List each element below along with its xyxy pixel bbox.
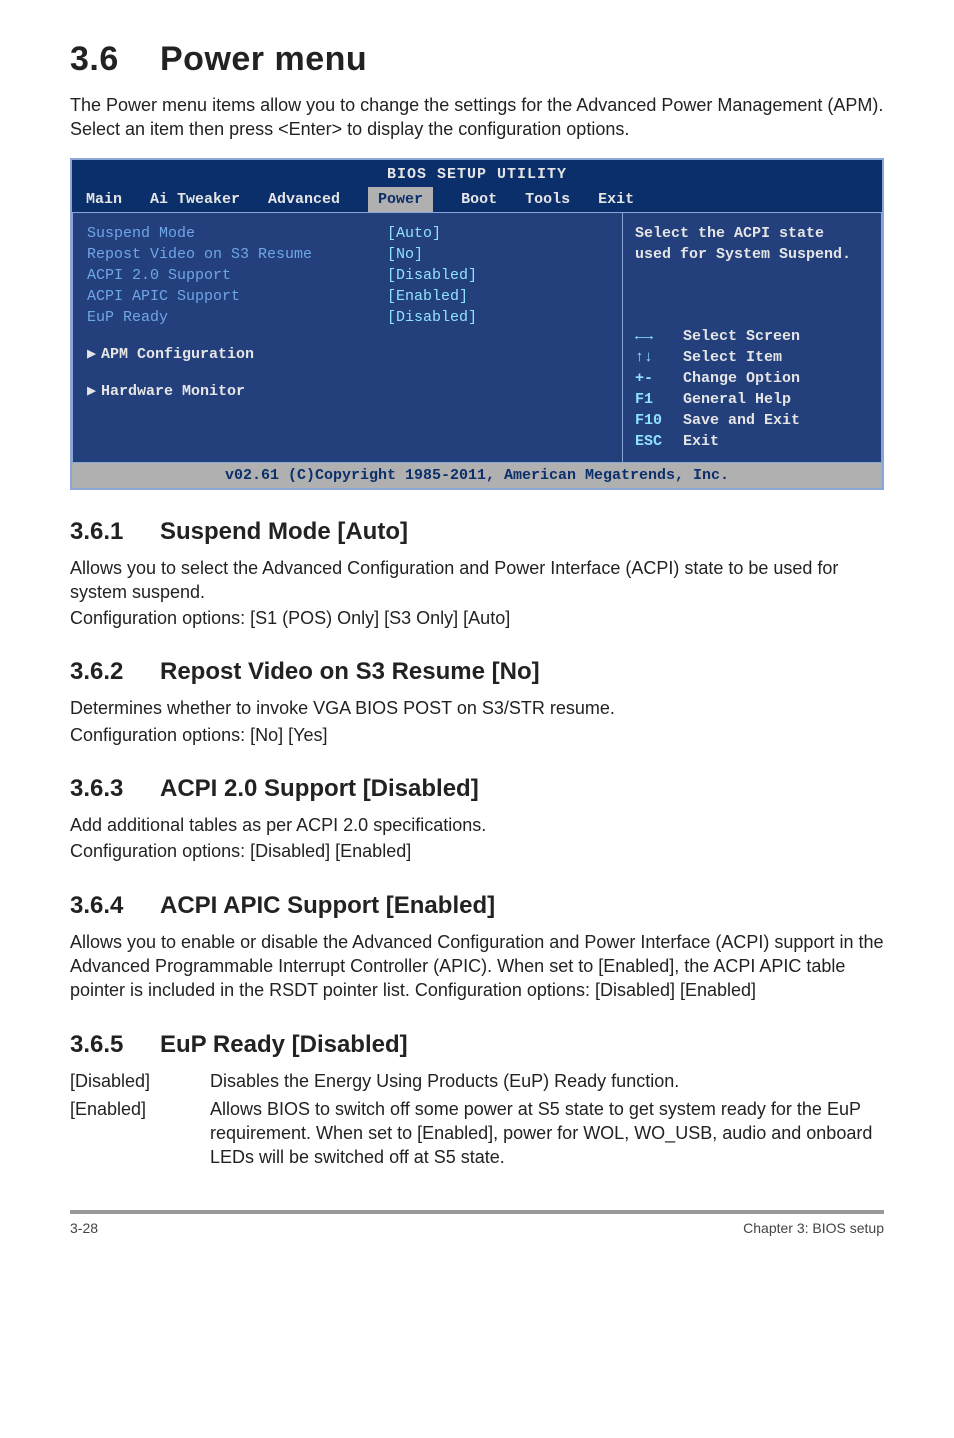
definition-label: [Disabled] xyxy=(70,1069,210,1093)
paragraph: Configuration options: [S1 (POS) Only] [… xyxy=(70,606,884,630)
key-label: Select Screen xyxy=(683,326,800,347)
subsection-number: 3.6.4 xyxy=(70,892,160,920)
bios-submenu-label: APM Configuration xyxy=(101,346,254,363)
footer-page-number: 3-28 xyxy=(70,1220,98,1236)
bios-left-pane: Suspend Mode[Auto] Repost Video on S3 Re… xyxy=(72,212,622,463)
tab-aitweaker: Ai Tweaker xyxy=(150,187,240,212)
key-label: Change Option xyxy=(683,368,800,389)
subsection-heading: 3.6.5EuP Ready [Disabled] xyxy=(70,1031,884,1059)
bios-item-value: [Auto] xyxy=(387,223,441,244)
bios-item-key: Suspend Mode xyxy=(87,223,387,244)
key-sym: ESC xyxy=(635,431,683,452)
key-label: Select Item xyxy=(683,347,782,368)
subsection-title: ACPI APIC Support [Enabled] xyxy=(160,892,495,919)
definition-row: [Enabled] Allows BIOS to switch off some… xyxy=(70,1097,884,1170)
tab-main: Main xyxy=(86,187,122,212)
subsection-title: ACPI 2.0 Support [Disabled] xyxy=(160,775,479,802)
bios-item-key: Repost Video on S3 Resume xyxy=(87,244,387,265)
page-footer: 3-28 Chapter 3: BIOS setup xyxy=(70,1220,884,1236)
footer-chapter: Chapter 3: BIOS setup xyxy=(743,1220,884,1236)
triangle-icon: ▶ xyxy=(87,344,101,365)
subsection-heading: 3.6.4ACPI APIC Support [Enabled] xyxy=(70,892,884,920)
bios-item-value: [Disabled] xyxy=(387,265,477,286)
definition-value: Disables the Energy Using Products (EuP)… xyxy=(210,1069,884,1093)
key-label: Save and Exit xyxy=(683,410,800,431)
bios-item-value: [Enabled] xyxy=(387,286,468,307)
bios-item-key: ACPI APIC Support xyxy=(87,286,387,307)
definition-row: [Disabled] Disables the Energy Using Pro… xyxy=(70,1069,884,1093)
bios-submenu: ▶Hardware Monitor xyxy=(87,381,608,402)
footer-divider xyxy=(70,1210,884,1214)
bios-copyright: v02.61 (C)Copyright 1985-2011, American … xyxy=(72,463,882,488)
subsection-title: Suspend Mode [Auto] xyxy=(160,518,408,545)
bios-item-key: EuP Ready xyxy=(87,307,387,328)
subsection-title: EuP Ready [Disabled] xyxy=(160,1031,408,1058)
triangle-icon: ▶ xyxy=(87,381,101,402)
subsection-title: Repost Video on S3 Resume [No] xyxy=(160,658,540,685)
bios-item: ACPI 2.0 Support[Disabled] xyxy=(87,265,608,286)
bios-item: Suspend Mode[Auto] xyxy=(87,223,608,244)
key-sym: F1 xyxy=(635,389,683,410)
bios-item-value: [Disabled] xyxy=(387,307,477,328)
paragraph: Configuration options: [No] [Yes] xyxy=(70,723,884,747)
bios-item: EuP Ready[Disabled] xyxy=(87,307,608,328)
tab-advanced: Advanced xyxy=(268,187,340,212)
key-sym: +- xyxy=(635,368,683,389)
key-sym: ←→ xyxy=(635,326,683,347)
tab-power: Power xyxy=(368,187,433,212)
tab-exit: Exit xyxy=(598,187,634,212)
subsection-number: 3.6.5 xyxy=(70,1031,160,1059)
section-title: Power menu xyxy=(160,40,367,78)
paragraph: Allows you to enable or disable the Adva… xyxy=(70,930,884,1003)
paragraph: Determines whether to invoke VGA BIOS PO… xyxy=(70,696,884,720)
subsection-heading: 3.6.2Repost Video on S3 Resume [No] xyxy=(70,658,884,686)
key-sym: ↑↓ xyxy=(635,347,683,368)
bios-title: BIOS SETUP UTILITY xyxy=(72,160,882,187)
bios-submenu-label: Hardware Monitor xyxy=(101,383,245,400)
bios-item-value: [No] xyxy=(387,244,423,265)
bios-item-key: ACPI 2.0 Support xyxy=(87,265,387,286)
section-intro: The Power menu items allow you to change… xyxy=(70,93,884,142)
subsection-number: 3.6.2 xyxy=(70,658,160,686)
tab-boot: Boot xyxy=(461,187,497,212)
bios-screenshot: BIOS SETUP UTILITY Main Ai Tweaker Advan… xyxy=(70,158,884,490)
tab-tools: Tools xyxy=(525,187,570,212)
subsection-heading: 3.6.3ACPI 2.0 Support [Disabled] xyxy=(70,775,884,803)
definition-value: Allows BIOS to switch off some power at … xyxy=(210,1097,884,1170)
paragraph: Add additional tables as per ACPI 2.0 sp… xyxy=(70,813,884,837)
bios-tabs: Main Ai Tweaker Advanced Power Boot Tool… xyxy=(72,187,882,212)
bios-item: Repost Video on S3 Resume[No] xyxy=(87,244,608,265)
subsection-number: 3.6.3 xyxy=(70,775,160,803)
bios-submenu: ▶APM Configuration xyxy=(87,344,608,365)
key-label: General Help xyxy=(683,389,791,410)
definition-label: [Enabled] xyxy=(70,1097,210,1170)
section-heading: 3.6Power menu xyxy=(70,40,884,79)
key-sym: F10 xyxy=(635,410,683,431)
bios-help-text: Select the ACPI state used for System Su… xyxy=(635,223,869,265)
bios-key-legend: ←→Select Screen ↑↓Select Item +-Change O… xyxy=(635,326,869,452)
subsection-heading: 3.6.1Suspend Mode [Auto] xyxy=(70,518,884,546)
section-number: 3.6 xyxy=(70,40,160,79)
key-label: Exit xyxy=(683,431,719,452)
bios-right-pane: Select the ACPI state used for System Su… xyxy=(622,212,882,463)
bios-item: ACPI APIC Support[Enabled] xyxy=(87,286,608,307)
paragraph: Configuration options: [Disabled] [Enabl… xyxy=(70,839,884,863)
paragraph: Allows you to select the Advanced Config… xyxy=(70,556,884,605)
subsection-number: 3.6.1 xyxy=(70,518,160,546)
